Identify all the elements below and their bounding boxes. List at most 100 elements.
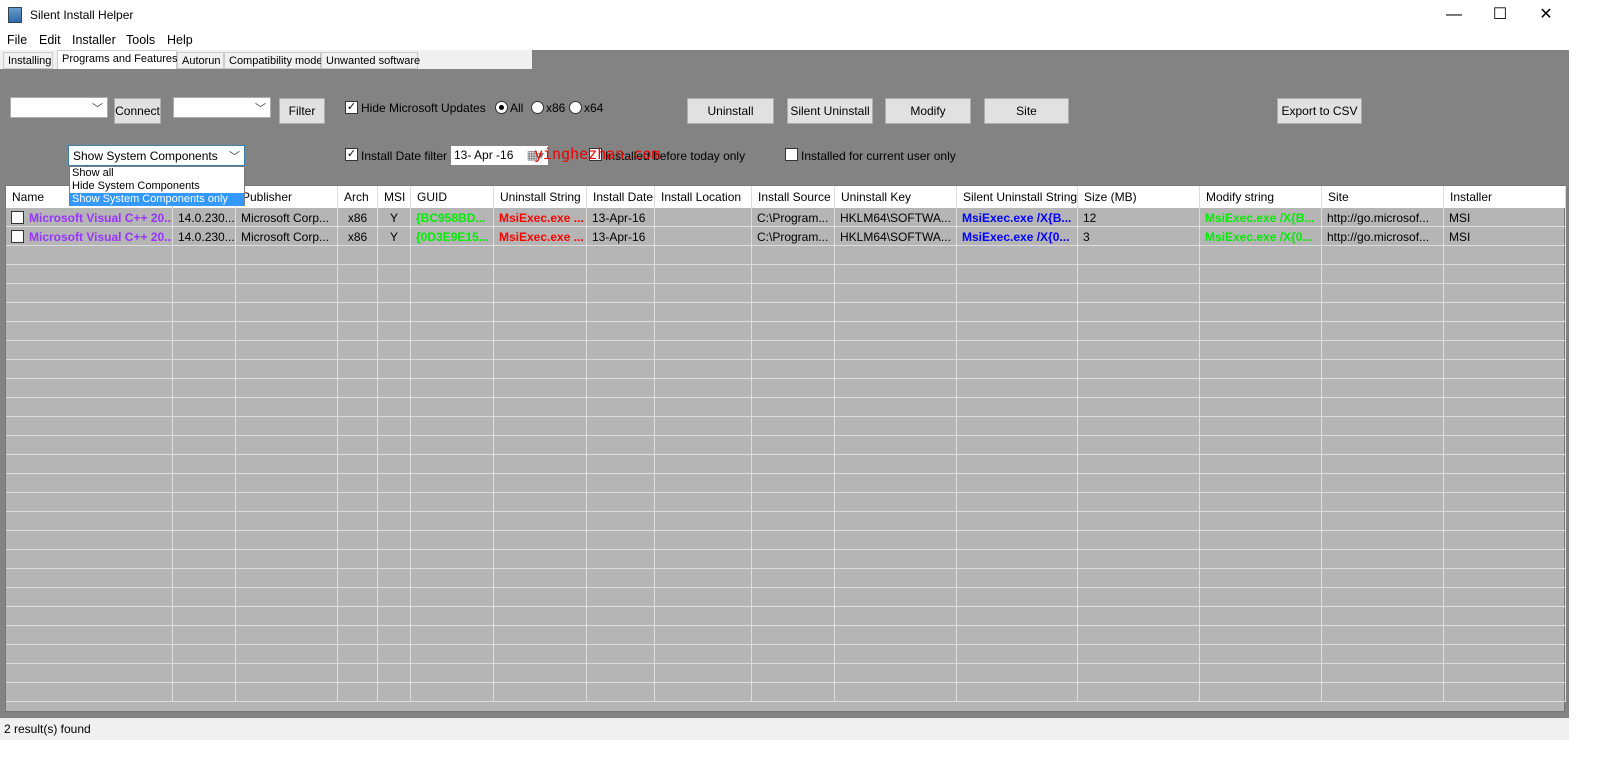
radio-x64[interactable] xyxy=(569,101,582,114)
menu-installer[interactable]: Installer xyxy=(72,33,116,47)
table-cell[interactable]: HKLM64\SOFTWA... xyxy=(835,208,957,227)
table-cell[interactable]: 13-Apr-16 xyxy=(587,227,655,246)
minimize-button[interactable]: — xyxy=(1431,0,1477,30)
table-cell[interactable]: HKLM64\SOFTWA... xyxy=(835,227,957,246)
tab-installing[interactable]: Installing xyxy=(3,52,53,69)
column-header[interactable]: Install Date xyxy=(587,186,655,208)
menu-tools[interactable]: Tools xyxy=(126,33,155,47)
table-cell[interactable]: 14.0.230... xyxy=(173,208,236,227)
row-checkbox[interactable] xyxy=(11,211,24,224)
radio-all[interactable] xyxy=(495,101,508,114)
table-cell[interactable]: http://go.microsof... xyxy=(1322,208,1444,227)
programs-grid[interactable]: Name Publisher Arch MSI GUID Uninstall String… xyxy=(5,185,1566,712)
table-cell[interactable]: MsiExec.exe ... xyxy=(494,208,587,227)
empty-cell xyxy=(752,683,835,702)
table-cell[interactable]: MsiExec.exe /X{0... xyxy=(957,227,1078,246)
empty-cell xyxy=(1322,455,1444,474)
tab-autorun[interactable]: Autorun xyxy=(177,52,224,69)
current-user-checkbox[interactable] xyxy=(785,148,798,161)
table-cell[interactable]: {BC958BD... xyxy=(411,208,494,227)
empty-cell xyxy=(1322,322,1444,341)
table-cell[interactable] xyxy=(655,208,752,227)
table-cell[interactable]: MsiExec.exe ... xyxy=(494,227,587,246)
cell-text: HKLM64\SOFTWA... xyxy=(840,211,951,225)
tab-compatibility-mode[interactable]: Compatibility mode xyxy=(224,52,323,69)
option-hide-system[interactable]: Hide System Components xyxy=(70,180,244,193)
table-cell[interactable]: 14.0.230... xyxy=(173,227,236,246)
table-cell[interactable]: Microsoft Visual C++ 20... xyxy=(6,208,173,227)
column-header[interactable]: Size (MB) xyxy=(1078,186,1200,208)
row-checkbox[interactable] xyxy=(11,230,24,243)
table-cell[interactable]: Microsoft Visual C++ 20... xyxy=(6,227,173,246)
computer-select[interactable]: ﹀ xyxy=(10,97,108,118)
silent-uninstall-button[interactable]: Silent Uninstall xyxy=(787,98,873,124)
site-button[interactable]: Site xyxy=(984,98,1069,124)
table-cell[interactable]: C:\Program... xyxy=(752,227,835,246)
empty-cell xyxy=(494,455,587,474)
uninstall-button[interactable]: Uninstall xyxy=(687,98,774,124)
empty-cell xyxy=(236,512,338,531)
install-date-filter-checkbox[interactable]: ✓ xyxy=(345,148,358,161)
menu-file[interactable]: File xyxy=(7,33,27,47)
table-cell[interactable]: 12 xyxy=(1078,208,1200,227)
table-cell[interactable]: MSI xyxy=(1444,208,1566,227)
tab-programs-and-features[interactable]: Programs and Features xyxy=(57,50,178,69)
menu-edit[interactable]: Edit xyxy=(39,33,61,47)
empty-cell xyxy=(835,436,957,455)
column-header[interactable]: Site xyxy=(1322,186,1444,208)
empty-cell xyxy=(835,588,957,607)
empty-cell xyxy=(1444,626,1566,645)
table-cell[interactable]: Y xyxy=(378,208,411,227)
maximize-button[interactable]: ☐ xyxy=(1477,0,1523,30)
table-cell[interactable]: Y xyxy=(378,227,411,246)
column-header[interactable]: Install Source xyxy=(752,186,835,208)
option-show-system-only[interactable]: Show System Components only xyxy=(70,193,244,206)
column-header[interactable]: Uninstall Key xyxy=(835,186,957,208)
table-cell[interactable]: Microsoft Corp... xyxy=(236,208,338,227)
menu-help[interactable]: Help xyxy=(167,33,193,47)
column-header[interactable]: MSI xyxy=(378,186,411,208)
close-button[interactable]: ✕ xyxy=(1523,0,1569,30)
column-header[interactable]: Uninstall String xyxy=(494,186,587,208)
table-cell[interactable]: 13-Apr-16 xyxy=(587,208,655,227)
table-cell[interactable]: {0D3E9E15... xyxy=(411,227,494,246)
table-cell[interactable]: MSI xyxy=(1444,227,1566,246)
table-cell[interactable]: MsiExec.exe /X{B... xyxy=(957,208,1078,227)
hide-ms-updates-checkbox[interactable]: ✓ xyxy=(345,101,358,114)
table-cell[interactable]: MsiExec.exe /X{B... xyxy=(1200,208,1322,227)
radio-x86[interactable] xyxy=(531,101,544,114)
window-title: Silent Install Helper xyxy=(30,8,134,22)
system-components-select[interactable]: Show System Components only﹀ xyxy=(68,145,245,177)
empty-cell xyxy=(655,607,752,626)
connect-button[interactable]: Connect xyxy=(114,98,161,124)
empty-cell xyxy=(411,360,494,379)
empty-cell xyxy=(1444,265,1566,284)
column-header[interactable]: Publisher xyxy=(236,186,338,208)
table-cell[interactable]: Microsoft Corp... xyxy=(236,227,338,246)
column-header[interactable]: Arch xyxy=(338,186,378,208)
table-cell[interactable]: 3 xyxy=(1078,227,1200,246)
column-header[interactable]: Installer xyxy=(1444,186,1566,208)
modify-button[interactable]: Modify xyxy=(885,98,971,124)
filter-select[interactable]: ﹀ xyxy=(173,97,271,118)
filter-button[interactable]: Filter xyxy=(279,98,325,124)
option-show-all[interactable]: Show all xyxy=(70,167,244,180)
empty-cell xyxy=(173,550,236,569)
table-cell[interactable]: http://go.microsof... xyxy=(1322,227,1444,246)
empty-cell xyxy=(957,550,1078,569)
table-cell[interactable]: MsiExec.exe /X{0... xyxy=(1200,227,1322,246)
empty-cell xyxy=(587,265,655,284)
column-header[interactable]: Install Location xyxy=(655,186,752,208)
empty-cell xyxy=(1200,588,1322,607)
table-cell[interactable]: x86 xyxy=(338,227,378,246)
table-cell[interactable] xyxy=(655,227,752,246)
table-cell[interactable]: C:\Program... xyxy=(752,208,835,227)
empty-cell xyxy=(338,398,378,417)
column-header[interactable]: GUID xyxy=(411,186,494,208)
table-cell[interactable]: x86 xyxy=(338,208,378,227)
export-csv-button[interactable]: Export to CSV xyxy=(1277,98,1362,124)
column-header[interactable]: Silent Uninstall String xyxy=(957,186,1078,208)
column-header[interactable]: Modify string xyxy=(1200,186,1322,208)
tab-unwanted-software[interactable]: Unwanted software xyxy=(321,52,420,69)
empty-cell xyxy=(173,398,236,417)
